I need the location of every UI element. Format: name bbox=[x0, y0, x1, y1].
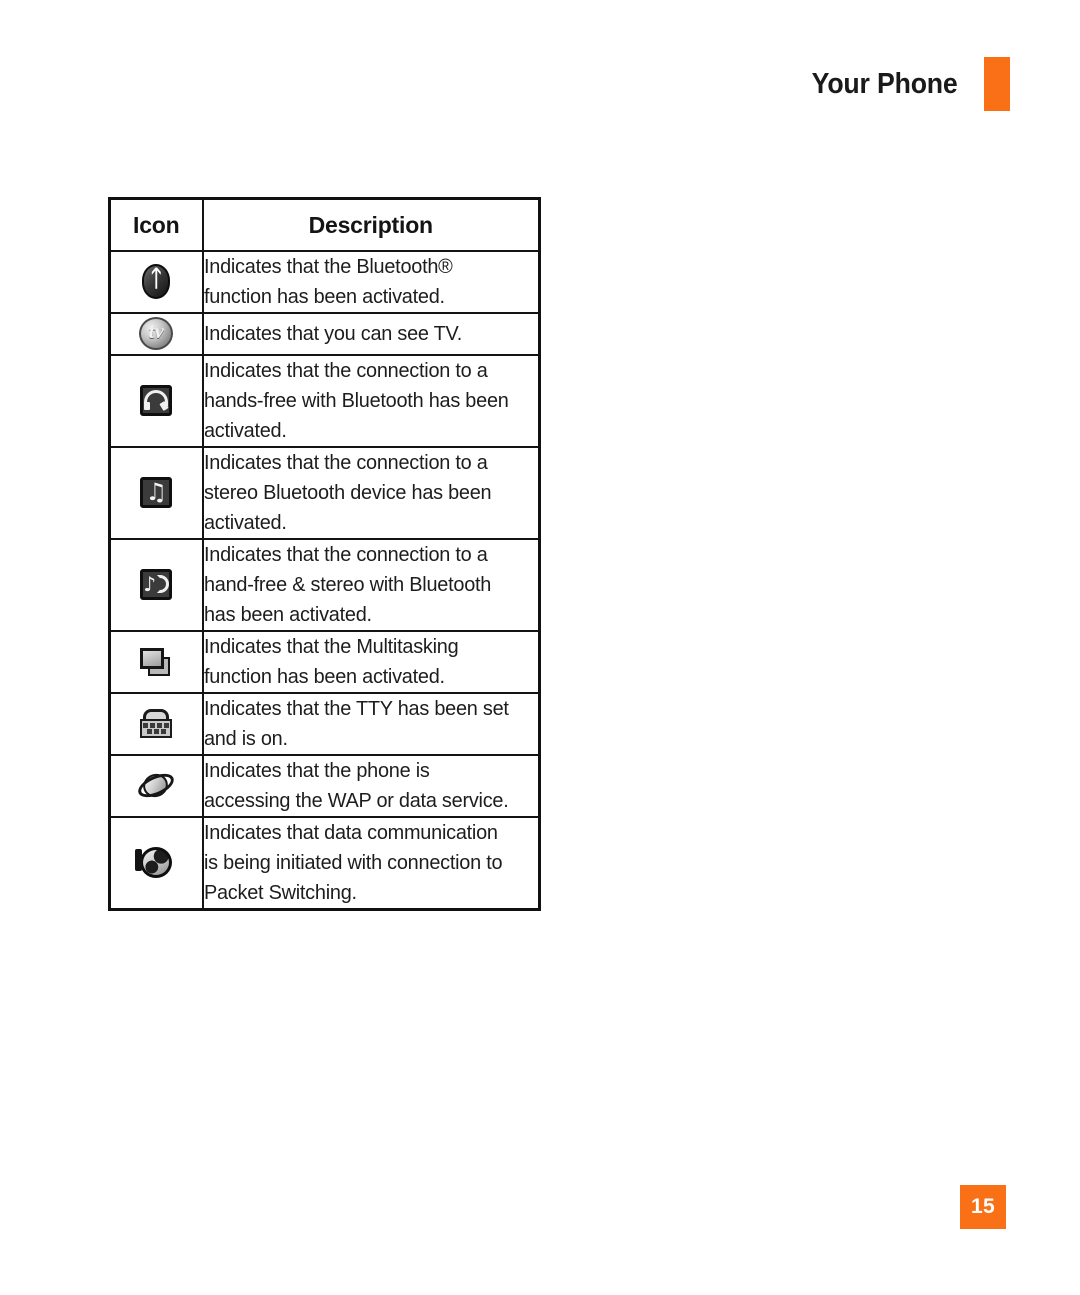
table-row: ᛏ Indicates that the Bluetooth® function… bbox=[108, 250, 540, 314]
description-cell: Indicates that data communication is bei… bbox=[201, 816, 531, 911]
bluetooth-icon: ᛏ bbox=[136, 262, 176, 302]
packet-switching-globe-icon bbox=[135, 843, 176, 883]
table-header-row: Icon Description bbox=[108, 197, 541, 252]
description-line: activated. bbox=[203, 511, 287, 534]
description-line: and is on. bbox=[203, 727, 288, 750]
description-line: hands-free with Bluetooth has been bbox=[203, 389, 509, 412]
table-row: Indicates that the connection to a hands… bbox=[108, 354, 540, 448]
description-cell: Indicates that the connection to a stere… bbox=[201, 446, 531, 540]
column-header-icon: Icon bbox=[108, 197, 204, 252]
description-line: Packet Switching. bbox=[203, 881, 357, 904]
orange-bar-icon bbox=[984, 57, 1010, 111]
tv-icon: tv bbox=[136, 314, 176, 354]
icon-cell: ♫ bbox=[108, 446, 204, 540]
tty-telephone-icon bbox=[136, 704, 176, 744]
table-row: ♪ Indicates that the connection to a han… bbox=[108, 538, 540, 632]
description-line: hand-free & stereo with Bluetooth bbox=[203, 573, 491, 596]
description-line: Indicates that you can see TV. bbox=[203, 322, 462, 345]
description-line: Indicates that the Bluetooth® bbox=[203, 255, 453, 278]
icon-cell bbox=[108, 754, 204, 818]
description-line: Indicates that the connection to a bbox=[203, 451, 488, 474]
description-line: stereo Bluetooth device has been bbox=[203, 481, 491, 504]
icon-cell bbox=[108, 816, 204, 911]
description-cell: Indicates that you can see TV. bbox=[201, 312, 531, 356]
description-line: Indicates that data communication bbox=[203, 821, 498, 844]
description-line: Indicates that the phone is bbox=[203, 759, 430, 782]
description-line: Indicates that the connection to a bbox=[203, 543, 488, 566]
description-line: Indicates that the TTY has been set bbox=[203, 697, 509, 720]
table-row: ♫ Indicates that the connection to a ste… bbox=[108, 446, 540, 540]
table-row: Indicates that the Multitasking function… bbox=[108, 630, 540, 694]
description-cell: Indicates that the phone is accessing th… bbox=[201, 754, 531, 818]
icon-cell: ♪ bbox=[108, 538, 204, 632]
description-line: is being initiated with connection to bbox=[203, 851, 502, 874]
icon-cell bbox=[108, 692, 204, 756]
table-row: Indicates that data communication is bei… bbox=[108, 816, 540, 911]
description-line: accessing the WAP or data service. bbox=[203, 789, 509, 812]
description-line: Indicates that the Multitasking bbox=[203, 635, 458, 658]
page-number-badge: 15 bbox=[960, 1185, 1006, 1229]
page-header: Your Phone bbox=[799, 57, 1010, 111]
description-cell: Indicates that the connection to a hand-… bbox=[201, 538, 531, 632]
icon-cell: tv bbox=[108, 312, 204, 356]
table-row: Indicates that the TTY has been set and … bbox=[108, 692, 540, 756]
table-row: tv Indicates that you can see TV. bbox=[108, 312, 540, 356]
wap-planet-icon bbox=[135, 766, 178, 806]
description-cell: Indicates that the TTY has been set and … bbox=[201, 692, 531, 756]
bluetooth-stereo-music-icon: ♫ bbox=[136, 473, 176, 513]
table-row: Indicates that the phone is accessing th… bbox=[108, 754, 540, 818]
bluetooth-handsfree-stereo-icon: ♪ bbox=[136, 565, 176, 605]
description-cell: Indicates that the Bluetooth® function h… bbox=[201, 250, 531, 314]
icon-cell bbox=[108, 354, 204, 448]
description-line: activated. bbox=[203, 419, 287, 442]
description-line: has been activated. bbox=[203, 603, 372, 626]
description-line: Indicates that the connection to a bbox=[203, 359, 488, 382]
description-line: function has been activated. bbox=[203, 665, 445, 688]
description-cell: Indicates that the Multitasking function… bbox=[201, 630, 531, 694]
column-header-description: Description bbox=[201, 197, 541, 252]
description-cell: Indicates that the connection to a hands… bbox=[201, 354, 531, 448]
page-title: Your Phone bbox=[812, 67, 958, 100]
icon-description-table: Icon Description ᛏ Indicates that the Bl… bbox=[108, 197, 541, 911]
icon-cell: ᛏ bbox=[108, 250, 204, 314]
multitasking-icon bbox=[136, 642, 176, 682]
description-line: function has been activated. bbox=[203, 285, 445, 308]
bluetooth-handsfree-headset-icon bbox=[136, 381, 176, 421]
icon-cell bbox=[108, 630, 204, 694]
